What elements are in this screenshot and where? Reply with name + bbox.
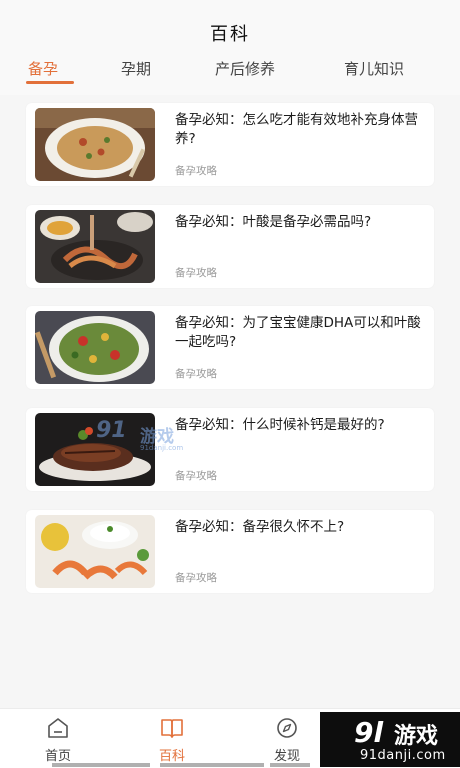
article-tag: 备孕攻略 [175, 368, 217, 380]
nav-home-label: 首页 [44, 749, 71, 764]
home-indicator [52, 763, 150, 767]
nav-baike[interactable]: 百科 [132, 709, 212, 768]
article-title: 备孕必知：为了宝宝健康DHA可以和叶酸一起吃吗? [175, 315, 421, 350]
brand-url: 91danji.com [360, 748, 446, 763]
active-tab-indicator [26, 81, 74, 84]
article-tag: 备孕攻略 [175, 267, 217, 279]
home-indicator [270, 763, 310, 767]
article-tag: 备孕攻略 [175, 572, 217, 584]
tab-yunqi[interactable]: 孕期 [121, 58, 151, 79]
nav-discover[interactable]: 发现 [247, 709, 327, 768]
article-thumbnail [35, 515, 155, 588]
article-thumbnail [35, 311, 155, 384]
article-title: 备孕必知：怎么吃才能有效地补充身体营养? [175, 112, 418, 147]
brand-badge: 9l 游戏 91danji.com [320, 712, 460, 767]
article-title: 备孕必知：备孕很久怀不上? [175, 519, 345, 535]
article-title: 备孕必知：什么时候补钙是最好的? [175, 417, 385, 433]
home-icon [46, 717, 70, 739]
home-indicator [160, 763, 264, 767]
article-tag: 备孕攻略 [175, 470, 217, 482]
brand-text: 游戏 [394, 724, 439, 749]
tab-parenting[interactable]: 育儿知识 [344, 58, 404, 79]
nav-home[interactable]: 首页 [18, 709, 98, 768]
article-thumbnail [35, 210, 155, 283]
tab-postpartum[interactable]: 产后修养 [215, 58, 275, 79]
article-card[interactable]: 备孕必知：怎么吃才能有效地补充身体营养? 备孕攻略 [26, 103, 434, 186]
article-title: 备孕必知：叶酸是备孕必需品吗? [175, 214, 372, 230]
article-tag: 备孕攻略 [175, 165, 217, 177]
article-card[interactable]: 备孕必知：为了宝宝健康DHA可以和叶酸一起吃吗? 备孕攻略 [26, 306, 434, 389]
page-title: 百科 [210, 24, 250, 45]
nav-discover-label: 发现 [273, 749, 300, 764]
article-thumbnail [35, 413, 155, 486]
article-card[interactable]: 备孕必知：什么时候补钙是最好的? 备孕攻略 [26, 408, 434, 491]
article-thumbnail [35, 108, 155, 181]
book-icon [160, 717, 184, 739]
brand-number: 9l [354, 716, 384, 749]
article-card[interactable]: 备孕必知：备孕很久怀不上? 备孕攻略 [26, 510, 434, 593]
tab-beiyun[interactable]: 备孕 [28, 58, 58, 79]
article-card[interactable]: 备孕必知：叶酸是备孕必需品吗? 备孕攻略 [26, 205, 434, 288]
compass-icon [275, 717, 299, 739]
category-tabs: 备孕 孕期 产后修养 育儿知识 [0, 58, 460, 92]
nav-baike-label: 百科 [158, 749, 185, 764]
